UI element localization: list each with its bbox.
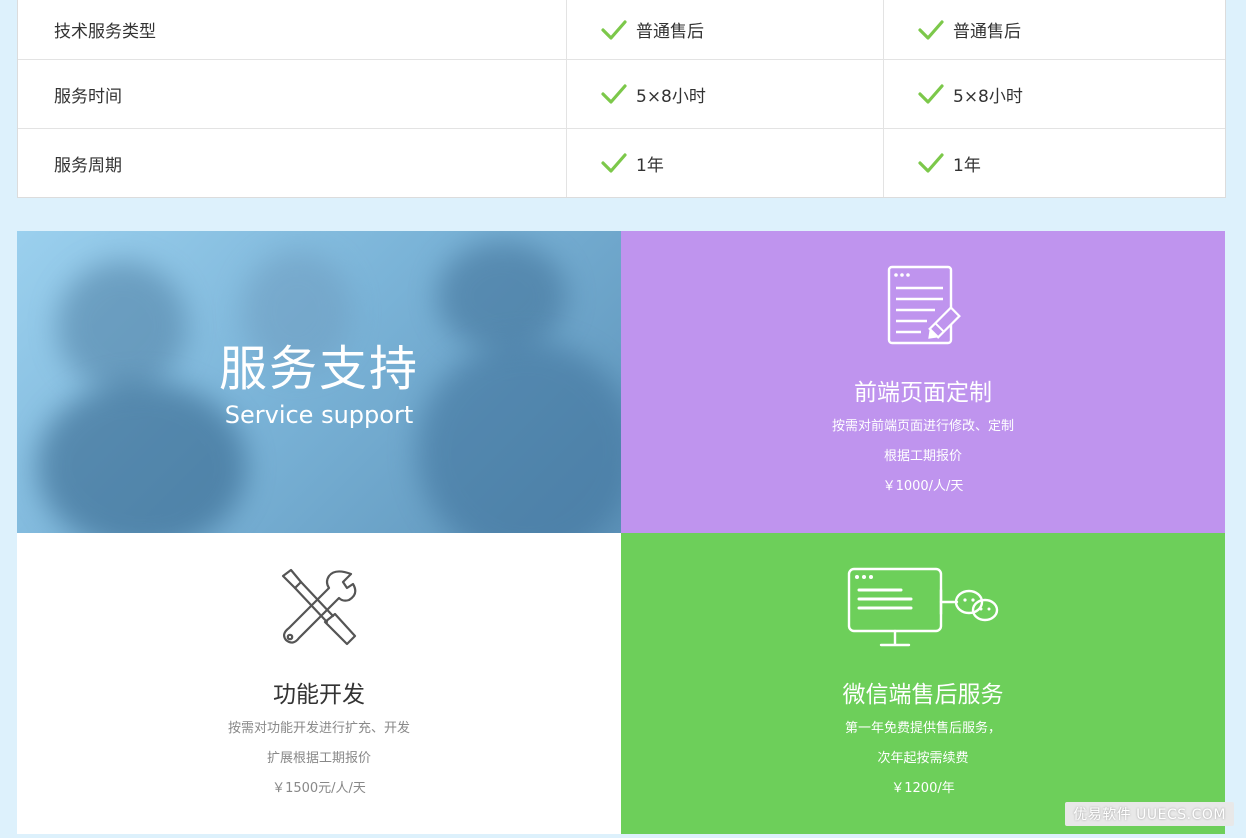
card-description: 按需对功能开发进行扩充、开发 [227,721,410,736]
check-icon [601,19,627,40]
watermark-logo: 优易软件 UUECS.COM [1065,802,1234,826]
cell-value: 普通售后 [636,22,704,42]
card-description: 次年起按需续费 [877,751,969,766]
card-description: 根据工期报价 [883,449,962,464]
banner-background-shape [37,381,247,533]
row-label: 服务时间 [18,60,567,128]
cell-value: 5×8小时 [636,86,706,107]
check-icon [918,84,944,104]
service-comparison-table: 技术服务类型 普通售后 普通售后 服务时间 5×8小时 5×8小时 服务周期 1… [17,0,1226,198]
card-price: ￥1500元/人/天 [272,781,366,796]
card-price: ￥1200/年 [891,781,955,796]
cell-value: 1年 [953,155,981,176]
table-cell: 普通售后 [567,0,884,59]
table-row: 技术服务类型 普通售后 普通售后 [18,0,1225,60]
banner-background-shape [417,341,621,533]
table-cell: 1年 [884,129,1225,197]
frontend-customization-card[interactable]: 前端页面定制 按需对前端页面进行修改、定制 根据工期报价 ￥1000/人/天 [621,231,1225,533]
card-description: 扩展根据工期报价 [266,751,371,766]
card-title: 功能开发 [273,682,365,708]
monitor-wechat-icon [845,565,1001,651]
card-description: 按需对前端页面进行修改、定制 [831,419,1014,434]
table-cell: 普通售后 [884,0,1225,59]
card-title: 微信端售后服务 [842,682,1004,708]
document-edit-icon [883,263,963,349]
banner-background-shape [437,241,567,351]
check-icon [918,19,944,40]
service-grid: 服务支持 Service support 前端页面定制 按需对前端页面进行修改、 [17,231,1225,834]
service-support-banner: 服务支持 Service support [17,231,621,533]
table-cell: 1年 [567,129,884,197]
banner-title: 服务支持 [218,341,419,397]
wrench-screwdriver-icon [277,565,361,651]
card-title: 前端页面定制 [854,380,992,406]
table-cell: 5×8小时 [884,60,1225,128]
card-price: ￥1000/人/天 [882,479,964,494]
wechat-after-sales-card[interactable]: 微信端售后服务 第一年免费提供售后服务， 次年起按需续费 ￥1200/年 [621,533,1225,834]
table-row: 服务周期 1年 1年 [18,129,1225,197]
cell-value: 1年 [636,155,664,176]
row-label: 服务周期 [18,129,567,197]
check-icon [601,84,627,104]
feature-development-card[interactable]: 功能开发 按需对功能开发进行扩充、开发 扩展根据工期报价 ￥1500元/人/天 [17,533,621,834]
check-icon [601,153,627,173]
card-description: 第一年免费提供售后服务， [844,721,1001,736]
banner-background-shape [57,261,187,391]
banner-subtitle: Service support [224,401,414,429]
cell-value: 5×8小时 [953,86,1023,107]
check-icon [918,153,944,173]
cell-value: 普通售后 [953,22,1021,42]
table-row: 服务时间 5×8小时 5×8小时 [18,60,1225,129]
table-cell: 5×8小时 [567,60,884,128]
row-label: 技术服务类型 [18,0,567,59]
